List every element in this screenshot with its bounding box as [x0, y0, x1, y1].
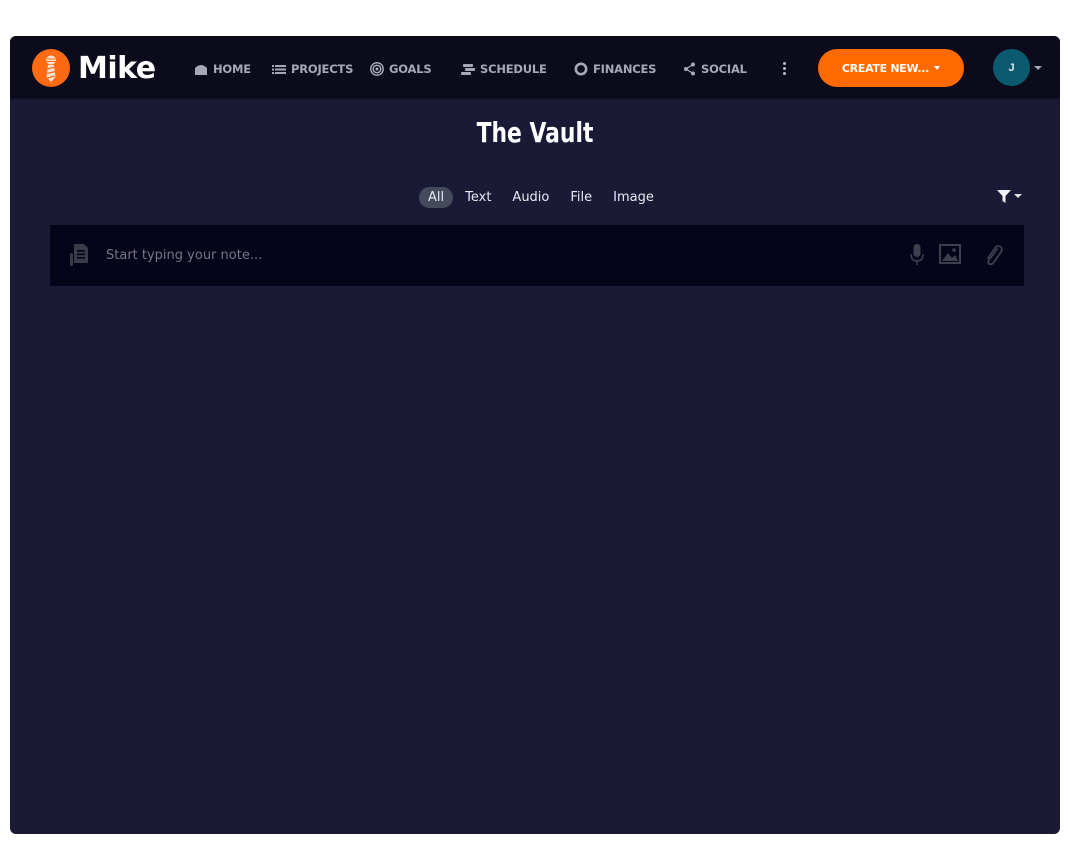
account-menu-caret-icon[interactable]: [1034, 66, 1042, 70]
note-icon: [70, 244, 88, 266]
avatar-initial: J: [1008, 61, 1015, 74]
share-icon: [684, 62, 695, 76]
nav-schedule-label: SCHEDULE: [480, 62, 547, 76]
image-icon[interactable]: [939, 244, 961, 264]
tab-image[interactable]: Image: [604, 187, 663, 208]
create-new-label: CREATE NEW...: [841, 61, 930, 75]
ring-icon: [574, 62, 588, 76]
nav-finances[interactable]: FINANCES: [574, 61, 656, 77]
top-navbar: Mike HOME PROJECTS GOALS SCHEDULE FINANC…: [10, 36, 1060, 100]
nav-projects[interactable]: PROJECTS: [272, 61, 353, 77]
nav-home-label: HOME: [213, 62, 251, 76]
filter-icon: [997, 189, 1011, 203]
brand-name: Mike: [78, 50, 156, 86]
page-title: The Vault: [476, 116, 594, 149]
microphone-tie-logo-icon: [32, 49, 70, 87]
app-window: Mike HOME PROJECTS GOALS SCHEDULE FINANC…: [10, 36, 1060, 834]
nav-schedule[interactable]: SCHEDULE: [461, 61, 547, 77]
caret-down-icon: [934, 66, 941, 70]
tab-file[interactable]: File: [561, 187, 601, 208]
nav-projects-label: PROJECTS: [291, 62, 354, 76]
tab-text[interactable]: Text: [456, 187, 500, 208]
nav-finances-label: FINANCES: [593, 62, 657, 76]
create-new-button[interactable]: CREATE NEW...: [818, 49, 964, 87]
nav-home[interactable]: HOME: [194, 61, 251, 77]
nav-goals-label: GOALS: [389, 62, 432, 76]
tab-all[interactable]: All: [419, 186, 454, 208]
paperclip-icon[interactable]: [983, 244, 1003, 266]
kebab-icon[interactable]: [780, 60, 788, 78]
note-composer: [50, 225, 1024, 286]
user-avatar[interactable]: J: [993, 49, 1030, 86]
content-type-tabs: All Text Audio File Image: [419, 186, 666, 208]
target-icon: [370, 62, 384, 76]
nav-goals[interactable]: GOALS: [370, 61, 432, 77]
nav-social-label: SOCIAL: [701, 62, 747, 76]
home-icon: [195, 65, 207, 75]
filter-dropdown[interactable]: [997, 188, 1027, 204]
schedule-icon: [461, 64, 475, 75]
tab-audio[interactable]: Audio: [503, 187, 558, 208]
note-input[interactable]: [104, 243, 884, 267]
microphone-icon[interactable]: [910, 244, 924, 266]
caret-down-icon: [1014, 194, 1022, 198]
brand-logo[interactable]: Mike: [32, 49, 156, 87]
nav-social[interactable]: SOCIAL: [683, 61, 747, 77]
list-icon: [272, 65, 286, 74]
